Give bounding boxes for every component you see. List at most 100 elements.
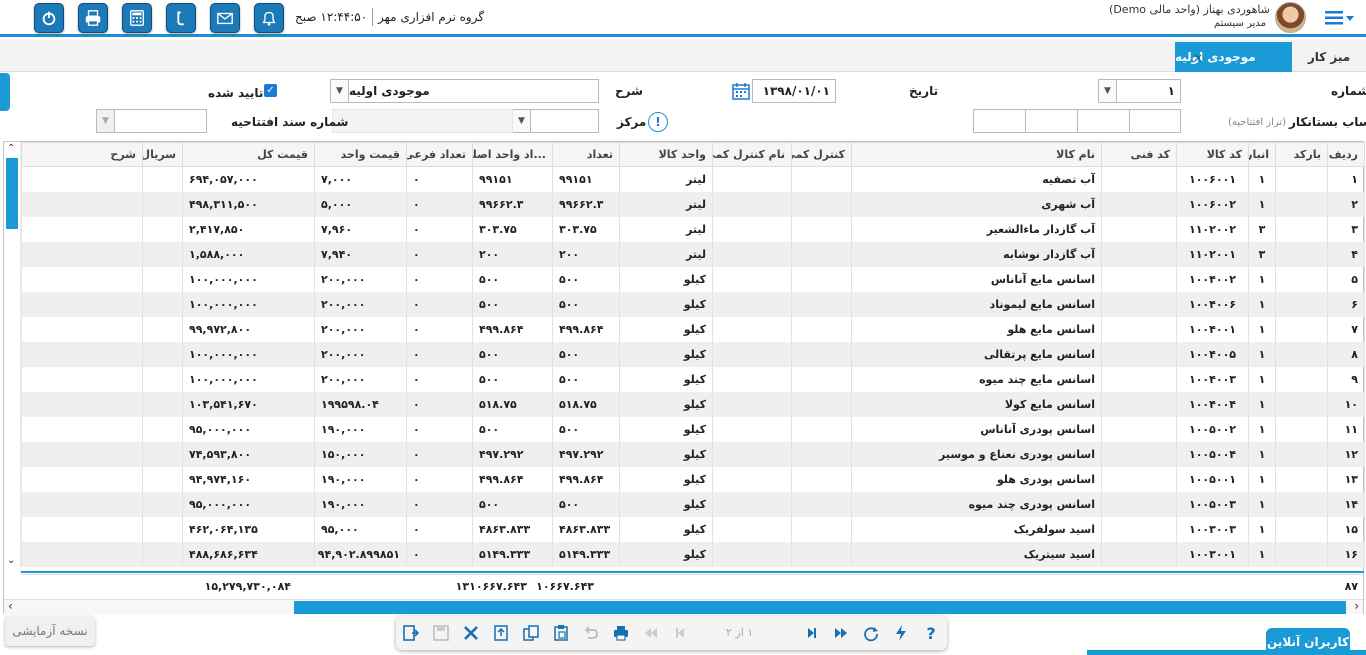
- table-cell[interactable]: [142, 266, 183, 292]
- table-cell[interactable]: ۹۴,۹۰۲.۸۹۹۸۵۱: [314, 541, 407, 567]
- table-cell[interactable]: ۵۱۴۹.۳۳۳: [552, 541, 620, 567]
- table-cell[interactable]: [21, 391, 143, 417]
- calculator-icon[interactable]: [122, 3, 152, 33]
- table-cell[interactable]: [712, 541, 792, 567]
- table-row[interactable]: ۶ ۱ ۱۰۰۴۰۰۶ اسانس مایع لیموناد کیلو ۵۰۰ ۵۰۰ ۰ ۲۰…: [21, 291, 1365, 317]
- table-cell[interactable]: [1101, 291, 1177, 317]
- column-header[interactable]: تعداد فرعی: [406, 142, 473, 167]
- table-cell[interactable]: [1275, 341, 1328, 367]
- table-cell[interactable]: اسانس پودری آناناس: [851, 416, 1102, 442]
- table-cell[interactable]: ۶: [1327, 291, 1365, 317]
- table-cell[interactable]: ۱۳: [1327, 466, 1365, 492]
- table-cell[interactable]: اسانس پودری چند میوه: [851, 491, 1102, 517]
- table-cell[interactable]: ۵۱۴۹.۳۳۳: [472, 541, 553, 567]
- vertical-scrollbar[interactable]: ⌃ ⌄: [4, 142, 21, 574]
- table-cell[interactable]: [1101, 216, 1177, 242]
- table-cell[interactable]: ۱: [1248, 316, 1276, 342]
- table-cell[interactable]: ۱۰۰,۰۰۰,۰۰۰: [182, 366, 315, 392]
- table-cell[interactable]: ۱۰: [1327, 391, 1365, 417]
- column-header[interactable]: کنترل کمی: [791, 142, 852, 167]
- copy-icon[interactable]: [520, 622, 542, 644]
- table-cell[interactable]: [21, 366, 143, 392]
- table-cell[interactable]: ۱: [1248, 466, 1276, 492]
- table-cell[interactable]: اسید سولفریک: [851, 516, 1102, 542]
- table-cell[interactable]: [1275, 291, 1328, 317]
- table-cell[interactable]: ۱۰۰۴۰۰۵: [1176, 341, 1249, 367]
- table-cell[interactable]: ۱۰۰۵۰۰۲: [1176, 416, 1249, 442]
- table-cell[interactable]: ۱۹۹۵۹۸.۰۴: [314, 391, 407, 417]
- table-cell[interactable]: [712, 516, 792, 542]
- table-cell[interactable]: ۲۰۰,۰۰۰: [314, 291, 407, 317]
- table-cell[interactable]: ۲۰۰,۰۰۰: [314, 316, 407, 342]
- table-cell[interactable]: [712, 191, 792, 217]
- description-field[interactable]: موجودی اولیه: [348, 79, 599, 103]
- table-cell[interactable]: [712, 466, 792, 492]
- table-cell[interactable]: ۹: [1327, 366, 1365, 392]
- table-cell[interactable]: ۱۵۰,۰۰۰: [314, 441, 407, 467]
- table-row[interactable]: ۱۰ ۱ ۱۰۰۴۰۰۴ اسانس مایع کولا کیلو ۵۱۸.۷۵ ۵۱۸.۷…: [21, 391, 1365, 417]
- table-cell[interactable]: ۰: [406, 341, 473, 367]
- table-cell[interactable]: ۵۰۰: [552, 491, 620, 517]
- table-cell[interactable]: [791, 491, 852, 517]
- column-header[interactable]: ...اد واحد اصلی: [472, 142, 553, 167]
- quick-action-icon[interactable]: [890, 622, 912, 644]
- table-cell[interactable]: اسانس پودری نعناع و موسیر: [851, 441, 1102, 467]
- table-cell[interactable]: ۰: [406, 441, 473, 467]
- table-cell[interactable]: [21, 166, 143, 192]
- table-cell[interactable]: ۱: [1248, 391, 1276, 417]
- table-cell[interactable]: کیلو: [619, 416, 713, 442]
- side-panel-handle[interactable]: [0, 73, 10, 111]
- table-cell[interactable]: ۵۰۰: [472, 491, 553, 517]
- description-dropdown-icon[interactable]: ▼: [330, 79, 349, 103]
- table-cell[interactable]: ۴۹۹.۸۶۴: [552, 316, 620, 342]
- table-cell[interactable]: [142, 316, 183, 342]
- table-cell[interactable]: [712, 441, 792, 467]
- table-row[interactable]: ۱ ۱ ۱۰۰۶۰۰۱ آب تصفیه لیتر ۹۹۱۵۱ ۹۹۱۵۱ ۰ ۷,۰۰۰ ۶۹۴…: [21, 166, 1365, 192]
- scroll-right-icon[interactable]: ›: [1354, 599, 1359, 613]
- table-cell[interactable]: [21, 416, 143, 442]
- account-field-2[interactable]: [1077, 109, 1130, 133]
- table-cell[interactable]: ۳: [1327, 216, 1365, 242]
- menu-icon[interactable]: [1325, 10, 1355, 26]
- table-cell[interactable]: ۴۶۲,۰۶۴,۱۳۵: [182, 516, 315, 542]
- scroll-down-icon[interactable]: ⌄: [7, 555, 15, 566]
- table-cell[interactable]: [21, 341, 143, 367]
- table-cell[interactable]: ۱۰۰۴۰۰۱: [1176, 316, 1249, 342]
- avatar[interactable]: [1275, 2, 1306, 33]
- table-cell[interactable]: [21, 541, 143, 567]
- table-cell[interactable]: لیتر: [619, 216, 713, 242]
- table-cell[interactable]: ۵۰۰: [472, 291, 553, 317]
- column-header[interactable]: سریال: [142, 142, 183, 167]
- horizontal-scrollbar[interactable]: ‹ ›: [4, 599, 1363, 614]
- table-cell[interactable]: [1101, 191, 1177, 217]
- table-cell[interactable]: ۴۸۶۳.۸۳۳: [472, 516, 553, 542]
- table-cell[interactable]: [791, 266, 852, 292]
- table-cell[interactable]: ۹۵,۰۰۰: [314, 516, 407, 542]
- help-icon[interactable]: ?: [920, 622, 942, 644]
- date-field[interactable]: ۱۳۹۸/۰۱/۰۱: [752, 79, 836, 103]
- table-cell[interactable]: ۹۵,۰۰۰,۰۰۰: [182, 491, 315, 517]
- table-cell[interactable]: [21, 516, 143, 542]
- column-header[interactable]: نام کالا: [851, 142, 1102, 167]
- table-cell[interactable]: لیتر: [619, 241, 713, 267]
- number-field[interactable]: ۱: [1116, 79, 1181, 103]
- table-cell[interactable]: ۷,۹۶۰: [314, 216, 407, 242]
- table-cell[interactable]: [712, 266, 792, 292]
- table-cell[interactable]: [791, 241, 852, 267]
- table-cell[interactable]: آب گازدار نوشابه: [851, 241, 1102, 267]
- table-cell[interactable]: [142, 191, 183, 217]
- table-cell[interactable]: [1275, 491, 1328, 517]
- column-header[interactable]: تعداد: [552, 142, 620, 167]
- number-dropdown-icon[interactable]: ▼: [1098, 79, 1117, 103]
- table-cell[interactable]: ۰: [406, 466, 473, 492]
- table-cell[interactable]: ۴۹۷.۲۹۲: [472, 441, 553, 467]
- bell-icon[interactable]: [254, 3, 284, 33]
- table-cell[interactable]: ۰: [406, 291, 473, 317]
- table-cell[interactable]: ۸: [1327, 341, 1365, 367]
- table-cell[interactable]: ۱: [1248, 291, 1276, 317]
- table-cell[interactable]: [712, 241, 792, 267]
- last-page-icon[interactable]: [830, 622, 852, 644]
- table-cell[interactable]: کیلو: [619, 266, 713, 292]
- table-cell[interactable]: [1101, 241, 1177, 267]
- table-cell[interactable]: [791, 366, 852, 392]
